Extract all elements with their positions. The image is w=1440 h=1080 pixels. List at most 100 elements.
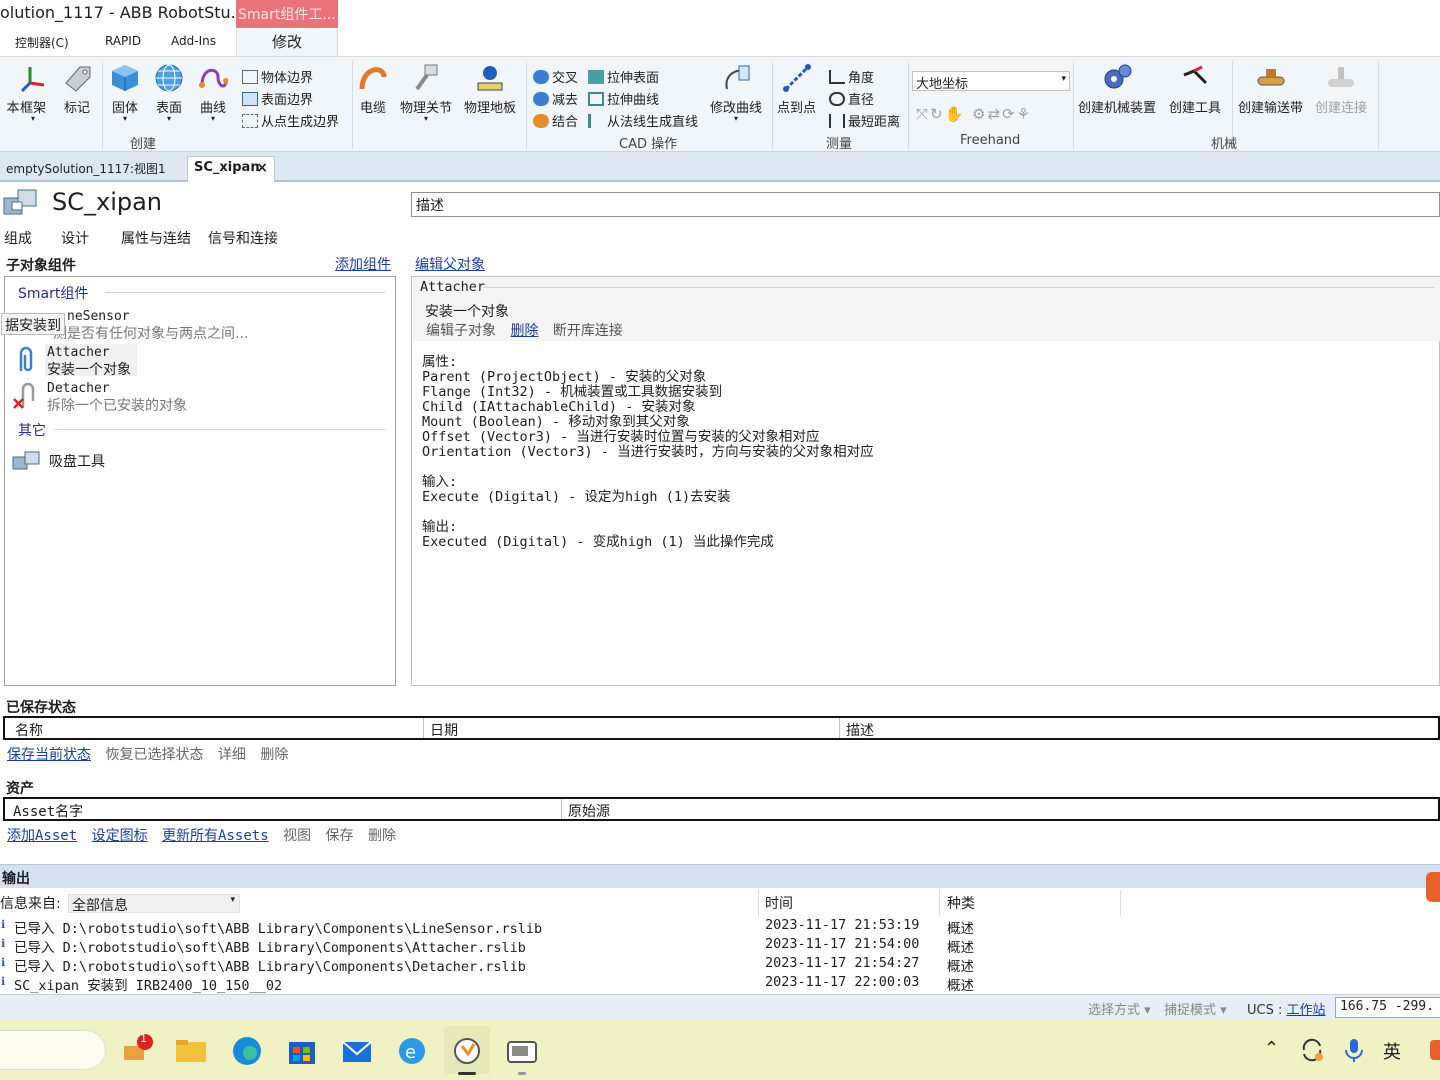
store-icon[interactable] bbox=[285, 1034, 319, 1068]
tab-rapid[interactable]: RAPID bbox=[105, 34, 141, 48]
break-link-action[interactable]: 断开库连接 bbox=[553, 323, 623, 339]
output-row[interactable]: ℹ 已导入 D:\robotstudio\soft\ABB Library\Com… bbox=[0, 935, 1140, 956]
create-conveyor-button[interactable]: 创建输送带 bbox=[1238, 63, 1303, 116]
column-description[interactable]: 描述 bbox=[846, 720, 874, 740]
details-action[interactable]: 详细 bbox=[218, 747, 246, 763]
diameter-button[interactable]: 直径 bbox=[829, 89, 874, 108]
linear-jog-icon[interactable]: ⇄ bbox=[988, 105, 1003, 123]
tab-view1[interactable]: emptySolution_1117:视图1 bbox=[0, 158, 172, 182]
create-mechanism-button[interactable]: 创建机械装置 bbox=[1078, 63, 1156, 116]
curve-button[interactable]: 曲线 ▾ bbox=[198, 63, 228, 123]
subtract-button[interactable]: 减去 bbox=[533, 89, 578, 108]
point-to-point-button[interactable]: 点到点 bbox=[777, 63, 816, 116]
camera-app-icon[interactable] bbox=[505, 1034, 539, 1068]
set-icon-link[interactable]: 设定图标 bbox=[92, 828, 148, 844]
list-item-attacher[interactable]: Attacher 安装一个对象 bbox=[7, 341, 397, 378]
list-item-detacher[interactable]: Detacher 拆除一个已安装的对象 bbox=[7, 377, 397, 414]
physics-floor-button[interactable]: 物理地板 bbox=[464, 63, 516, 116]
delete-state-action[interactable]: 删除 bbox=[260, 747, 288, 763]
freehand-tools[interactable]: ⤧↻✋ ⚙⇄⟳⚘ bbox=[916, 105, 1032, 123]
column-source[interactable]: 原始源 bbox=[568, 801, 610, 821]
taskbar-search-box[interactable] bbox=[0, 1030, 106, 1070]
line-from-normal-button[interactable]: 从法线生成直线 bbox=[588, 111, 698, 130]
file-explorer-icon[interactable] bbox=[174, 1034, 208, 1068]
update-all-assets-link[interactable]: 更新所有Assets bbox=[162, 828, 269, 844]
angle-button[interactable]: 角度 bbox=[829, 67, 874, 86]
description-field[interactable]: 描述 bbox=[411, 192, 1440, 217]
tab-composition[interactable]: 组成 bbox=[0, 228, 36, 248]
min-distance-button[interactable]: 最短距离 bbox=[829, 111, 900, 130]
assets-grid[interactable]: Asset名字 原始源 bbox=[3, 797, 1440, 821]
tab-signals-connections[interactable]: 信号和连接 bbox=[204, 228, 282, 248]
view-action[interactable]: 视图 bbox=[283, 828, 311, 844]
ime-indicator[interactable]: 英 bbox=[1383, 1038, 1401, 1064]
saved-states-grid[interactable]: 名称 日期 描述 bbox=[3, 716, 1440, 740]
body-edge-button[interactable]: 物体边界 bbox=[242, 67, 313, 86]
output-row[interactable]: ℹ SC_xipan 安装到 IRB2400_10_150__02 2023-11-… bbox=[0, 973, 1140, 994]
column-type[interactable]: 种类 bbox=[947, 893, 975, 913]
solid-button[interactable]: 固体 ▾ bbox=[110, 63, 140, 123]
tab-sc-xipan[interactable]: SC_xipan × bbox=[187, 156, 275, 182]
frame-button[interactable]: 框架 ▾ bbox=[18, 63, 48, 123]
tab-properties-bindings[interactable]: 属性与连结 bbox=[117, 228, 195, 248]
tab-modify[interactable]: 修改 bbox=[236, 30, 338, 56]
close-icon[interactable]: × bbox=[256, 160, 268, 176]
save-current-state-link[interactable]: 保存当前状态 bbox=[7, 747, 91, 763]
ucs-indicator[interactable]: UCS : 工作站 bbox=[1247, 999, 1326, 1018]
output-row[interactable]: ℹ 已导入 D:\robotstudio\soft\ABB Library\Com… bbox=[0, 916, 1140, 937]
add-component-link[interactable]: 添加组件 bbox=[335, 254, 391, 274]
cable-button[interactable]: 电缆 bbox=[358, 63, 388, 116]
surface-button[interactable]: 表面 ▾ bbox=[154, 63, 184, 123]
create-tool-button[interactable]: 创建工具 bbox=[1169, 63, 1221, 116]
surface-edge-button[interactable]: 表面边界 bbox=[242, 89, 313, 108]
output-row[interactable]: ℹ 已导入 D:\robotstudio\soft\ABB Library\Com… bbox=[0, 954, 1140, 975]
hand-icon[interactable]: ✋ bbox=[945, 105, 966, 123]
group-label-cad: CAD 操作 bbox=[619, 137, 678, 152]
ucs-workstation-link[interactable]: 工作站 bbox=[1287, 1003, 1326, 1018]
edge-from-points-button[interactable]: 从点生成边界 bbox=[242, 111, 339, 130]
tray-app-icon[interactable] bbox=[1428, 1038, 1440, 1062]
column-name[interactable]: 名称 bbox=[15, 720, 43, 740]
edge-browser-icon[interactable] bbox=[230, 1034, 264, 1068]
save-action[interactable]: 保存 bbox=[326, 828, 354, 844]
snap-mode-dropdown[interactable]: 捕捉模式 ▾ bbox=[1164, 999, 1227, 1018]
rotate-icon[interactable]: ↻ bbox=[930, 105, 945, 123]
tab-controller[interactable]: 控制器(C) bbox=[15, 34, 69, 51]
chevron-up-icon[interactable]: ⌃ bbox=[1264, 1038, 1279, 1059]
robotstudio-icon[interactable] bbox=[450, 1034, 484, 1068]
microphone-icon[interactable] bbox=[1342, 1036, 1366, 1064]
message-filter-select[interactable]: 全部信息 ▾ bbox=[68, 894, 240, 914]
joint-jog-icon[interactable]: ⚙ bbox=[972, 105, 987, 123]
restore-state-action[interactable]: 恢复已选择状态 bbox=[105, 747, 203, 763]
task-widget-icon[interactable]: 1 bbox=[120, 1032, 154, 1068]
add-asset-link[interactable]: 添加Asset bbox=[7, 828, 77, 844]
mail-icon[interactable] bbox=[340, 1034, 374, 1068]
move-icon[interactable]: ⤧ bbox=[916, 105, 930, 123]
tab-addins[interactable]: Add-Ins bbox=[171, 34, 216, 48]
column-time[interactable]: 时间 bbox=[765, 893, 793, 913]
coordinate-system-select[interactable]: 大地坐标 ▾ bbox=[912, 71, 1070, 92]
list-item-suction-tool[interactable]: 吸盘工具 bbox=[9, 449, 395, 473]
edit-parent-link[interactable]: 编辑父对象 bbox=[415, 254, 485, 274]
edit-child-action[interactable]: 编辑子对象 bbox=[426, 323, 496, 339]
extrude-curve-button[interactable]: 拉伸曲线 bbox=[588, 89, 659, 108]
multi-robot-icon[interactable]: ⚘ bbox=[1017, 105, 1032, 123]
delete-link[interactable]: 删除 bbox=[510, 323, 538, 339]
selection-mode-dropdown[interactable]: 选择方式 ▾ bbox=[1088, 999, 1151, 1018]
delete-asset-action[interactable]: 删除 bbox=[368, 828, 396, 844]
context-tab-header[interactable]: Smart组件工... bbox=[236, 0, 338, 28]
sync-icon[interactable] bbox=[1298, 1036, 1326, 1064]
physics-joint-button[interactable]: 物理关节 ▾ bbox=[400, 63, 452, 123]
tab-design[interactable]: 设计 bbox=[57, 228, 93, 248]
floating-app-icon[interactable] bbox=[1426, 872, 1440, 902]
create-connection-button[interactable]: 创建连接 bbox=[1315, 63, 1367, 116]
column-asset-name[interactable]: Asset名字 bbox=[13, 801, 83, 821]
extrude-surface-button[interactable]: 拉伸表面 bbox=[588, 67, 659, 86]
intersect-button[interactable]: 交叉 bbox=[533, 67, 578, 86]
union-button[interactable]: 结合 bbox=[533, 111, 578, 130]
marker-button[interactable]: 标记 bbox=[62, 63, 92, 116]
ie-icon[interactable]: e bbox=[395, 1034, 429, 1068]
column-date[interactable]: 日期 bbox=[430, 720, 458, 740]
modify-curve-button[interactable]: 修改曲线 ▾ bbox=[710, 63, 762, 123]
reorient-icon[interactable]: ⟳ bbox=[1002, 105, 1017, 123]
